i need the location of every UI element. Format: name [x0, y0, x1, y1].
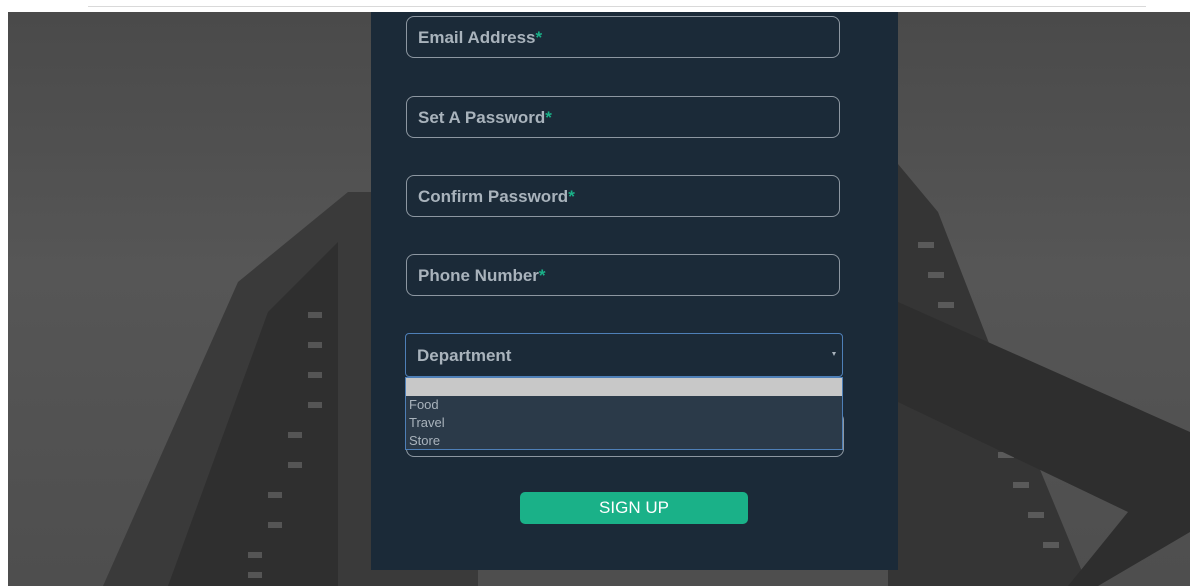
set-password-field[interactable]: Set A Password* [406, 96, 840, 138]
confirm-password-label: Confirm Password* [418, 187, 575, 206]
phone-number-field[interactable]: Phone Number* [406, 254, 840, 296]
background-building-image: Email Address* Set A Password* Confirm P… [8, 12, 1190, 586]
sign-up-button[interactable]: SIGN UP [520, 492, 748, 524]
required-mark: * [568, 187, 575, 206]
chevron-down-icon [832, 352, 836, 356]
dropdown-option-food[interactable]: Food [409, 396, 439, 414]
dropdown-option-store[interactable]: Store [409, 432, 440, 450]
signup-panel: Email Address* Set A Password* Confirm P… [371, 12, 898, 570]
department-label: Department [417, 346, 512, 365]
top-divider [88, 6, 1146, 7]
required-mark: * [545, 108, 552, 127]
department-dropdown-list: Food Travel Store [405, 377, 843, 450]
department-select[interactable]: Department [405, 333, 843, 377]
required-mark: * [535, 28, 543, 47]
dropdown-option-blank[interactable] [406, 378, 842, 396]
email-field[interactable]: Email Address* [406, 16, 840, 58]
confirm-password-field[interactable]: Confirm Password* [406, 175, 840, 217]
phone-number-label: Phone Number* [418, 266, 546, 285]
browser-top-strip [0, 0, 1190, 12]
required-mark: * [538, 266, 546, 285]
email-label: Email Address* [418, 28, 543, 47]
set-password-label: Set A Password* [418, 108, 552, 127]
dropdown-option-travel[interactable]: Travel [409, 414, 445, 432]
